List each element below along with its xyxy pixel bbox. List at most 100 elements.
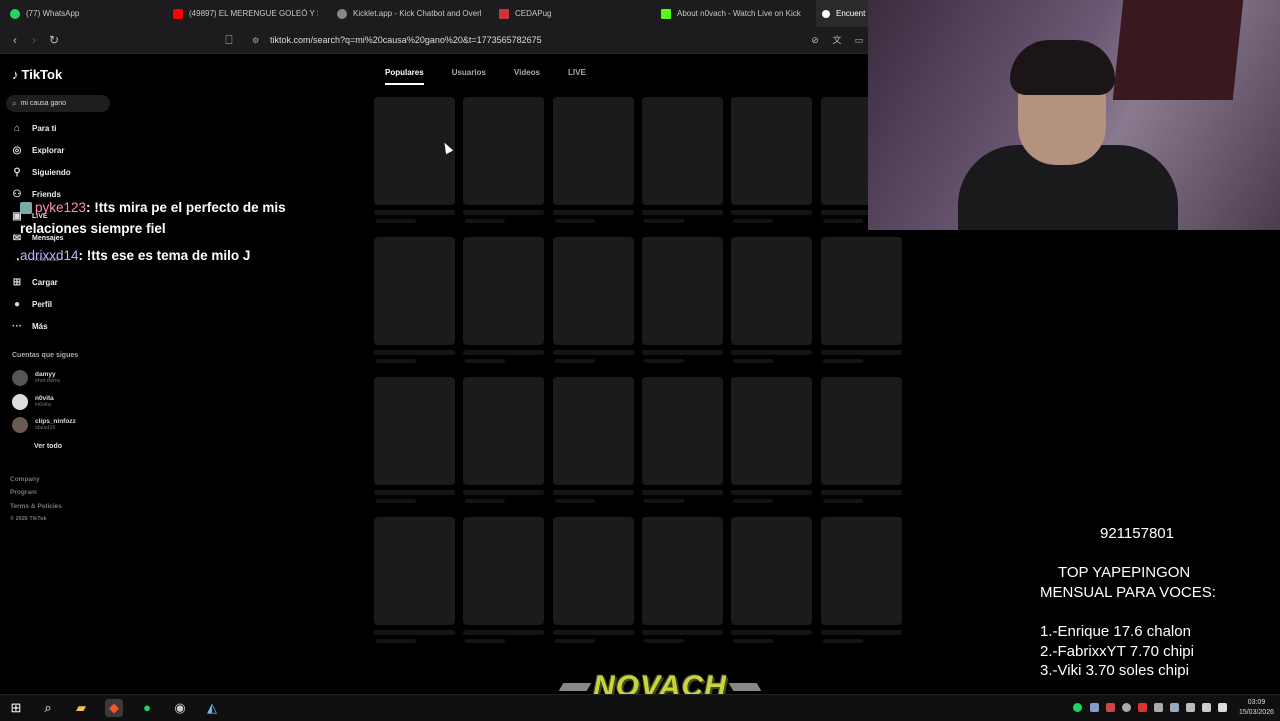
app-tray-icon[interactable] [1154, 703, 1163, 712]
file-explorer-icon[interactable]: ▰ [72, 699, 90, 717]
obs-icon[interactable]: ◉ [171, 699, 189, 717]
author-placeholder [465, 639, 505, 643]
video-card-placeholder[interactable] [731, 377, 812, 503]
caption-placeholder [642, 210, 723, 215]
thumbnail-placeholder [642, 377, 723, 485]
tab-populares[interactable]: Populares [385, 68, 424, 85]
url-field[interactable]: ⚙ tiktok.com/search?q=mi%20causa%20gano%… [245, 31, 825, 49]
see-all-link[interactable]: Ver todo [34, 443, 62, 450]
video-card-placeholder[interactable] [374, 377, 455, 503]
tab-usuarios[interactable]: Usuarios [452, 68, 486, 85]
tab-videos[interactable]: Videos [514, 68, 540, 85]
nav-siguiendo[interactable]: ⚲ Siguiendo [10, 162, 110, 182]
banner-wing-left [558, 683, 592, 691]
cast-icon[interactable]: ▭ [852, 33, 866, 47]
following-account[interactable]: clips_ninfozz sbzxd16 [12, 415, 122, 435]
video-card-placeholder[interactable] [374, 97, 455, 223]
following-account[interactable]: damyy shot.damy [12, 368, 122, 388]
nav-mas[interactable]: ··· Más [10, 316, 110, 336]
reload-icon[interactable]: ↻ [47, 33, 61, 47]
tab-live[interactable]: LIVE [568, 68, 586, 85]
author-placeholder [644, 639, 684, 643]
video-card-placeholder[interactable] [821, 377, 902, 503]
thumbnail-placeholder [463, 237, 544, 345]
search-icon[interactable]: ⌕ [39, 699, 57, 717]
steam-icon[interactable]: ◭ [203, 699, 221, 717]
app-tray-icon[interactable] [1138, 703, 1147, 712]
video-card-placeholder[interactable] [553, 517, 634, 643]
video-card-placeholder[interactable] [642, 237, 723, 363]
video-card-placeholder[interactable] [642, 377, 723, 503]
caption-placeholder [731, 630, 812, 635]
translate-icon[interactable]: 文 [830, 33, 844, 47]
video-card-placeholder[interactable] [731, 237, 812, 363]
video-card-placeholder[interactable] [553, 97, 634, 223]
windows-start-icon[interactable]: ⊞ [7, 699, 25, 717]
video-card-placeholder[interactable] [463, 517, 544, 643]
brave-browser-icon[interactable]: ◆ [105, 699, 123, 717]
video-card-placeholder[interactable] [463, 97, 544, 223]
thumbnail-placeholder [821, 97, 868, 205]
taskbar-clock[interactable]: 03:09 15/03/2026 [1239, 698, 1274, 718]
sound-tray-icon[interactable] [1218, 703, 1227, 712]
nav-explorar[interactable]: ◎ Explorar [10, 140, 110, 160]
video-card-placeholder[interactable] [642, 97, 723, 223]
video-card-placeholder[interactable] [731, 517, 812, 643]
tab-whatsapp[interactable]: (77) WhatsApp [10, 0, 160, 27]
video-card-placeholder[interactable] [374, 517, 455, 643]
nav-perfil[interactable]: ● Perfil [10, 294, 110, 314]
author-placeholder [644, 499, 684, 503]
network-tray-icon[interactable] [1170, 703, 1179, 712]
video-card-placeholder[interactable] [463, 237, 544, 363]
video-card-placeholder[interactable] [553, 237, 634, 363]
search-input[interactable]: ⌕ mi causa gano [6, 95, 110, 112]
back-icon[interactable]: ‹ [8, 33, 22, 47]
footer-terms[interactable]: Terms & Policies [10, 503, 62, 510]
video-card-placeholder[interactable] [553, 377, 634, 503]
following-account[interactable]: n0vita in0vita [12, 392, 122, 412]
tab-cedapug[interactable]: CEDAPug [499, 0, 619, 27]
caption-placeholder [463, 350, 544, 355]
account-handle: sbzxd16 [35, 425, 56, 431]
author-placeholder [376, 359, 416, 363]
author-placeholder [823, 499, 863, 503]
discord-tray-icon[interactable] [1090, 703, 1099, 712]
volume-tray-icon[interactable] [1186, 703, 1195, 712]
nav-para-ti[interactable]: ⌂ Para ti [10, 118, 110, 138]
video-card-placeholder[interactable] [731, 97, 812, 223]
thumbnail-placeholder [553, 517, 634, 625]
video-card-placeholder[interactable] [642, 517, 723, 643]
nav-cargar[interactable]: ⊞ Cargar [10, 272, 110, 292]
tab-tiktok-active[interactable]: Encuent [816, 0, 874, 27]
video-card-placeholder[interactable] [374, 237, 455, 363]
battery-tray-icon[interactable] [1202, 703, 1211, 712]
footer-program[interactable]: Program [10, 489, 37, 496]
site-info-icon[interactable]: ⚙ [252, 36, 259, 45]
tab-kicklet[interactable]: Kicklet.app - Kick Chatbot and Overl [337, 0, 482, 27]
compass-icon: ◎ [12, 144, 22, 156]
nav-label: Cargar [32, 277, 58, 287]
spotify-tray-icon[interactable] [1073, 703, 1082, 712]
account-handle: in0vita [35, 402, 51, 408]
steam-tray-icon[interactable] [1122, 703, 1131, 712]
webcam-feed [868, 0, 1280, 230]
video-card-placeholder[interactable] [821, 517, 902, 643]
caption-placeholder [553, 630, 634, 635]
thumbnail-placeholder [821, 377, 902, 485]
spotify-icon[interactable]: ● [138, 699, 156, 717]
upload-icon: ⊞ [12, 276, 22, 288]
mic-tray-icon[interactable] [1106, 703, 1115, 712]
footer-company[interactable]: Company [10, 476, 40, 483]
video-card-placeholder[interactable] [821, 97, 868, 223]
reader-icon[interactable]: ⊘ [808, 33, 822, 47]
bookmark-icon[interactable]: ⎕ [222, 33, 236, 47]
thumbnail-placeholder [553, 97, 634, 205]
tiktok-logo[interactable]: ♪ TikTok [12, 67, 62, 82]
tab-kick[interactable]: About n0vach - Watch Live on Kick [661, 0, 809, 27]
tab-youtube[interactable]: (49897) EL MERENGUE GOLEÓ Y SE I [173, 0, 318, 27]
caption-placeholder [553, 210, 634, 215]
video-card-placeholder[interactable] [821, 237, 902, 363]
forward-icon[interactable]: › [27, 33, 41, 47]
video-card-placeholder[interactable] [463, 377, 544, 503]
thumbnail-placeholder [463, 517, 544, 625]
